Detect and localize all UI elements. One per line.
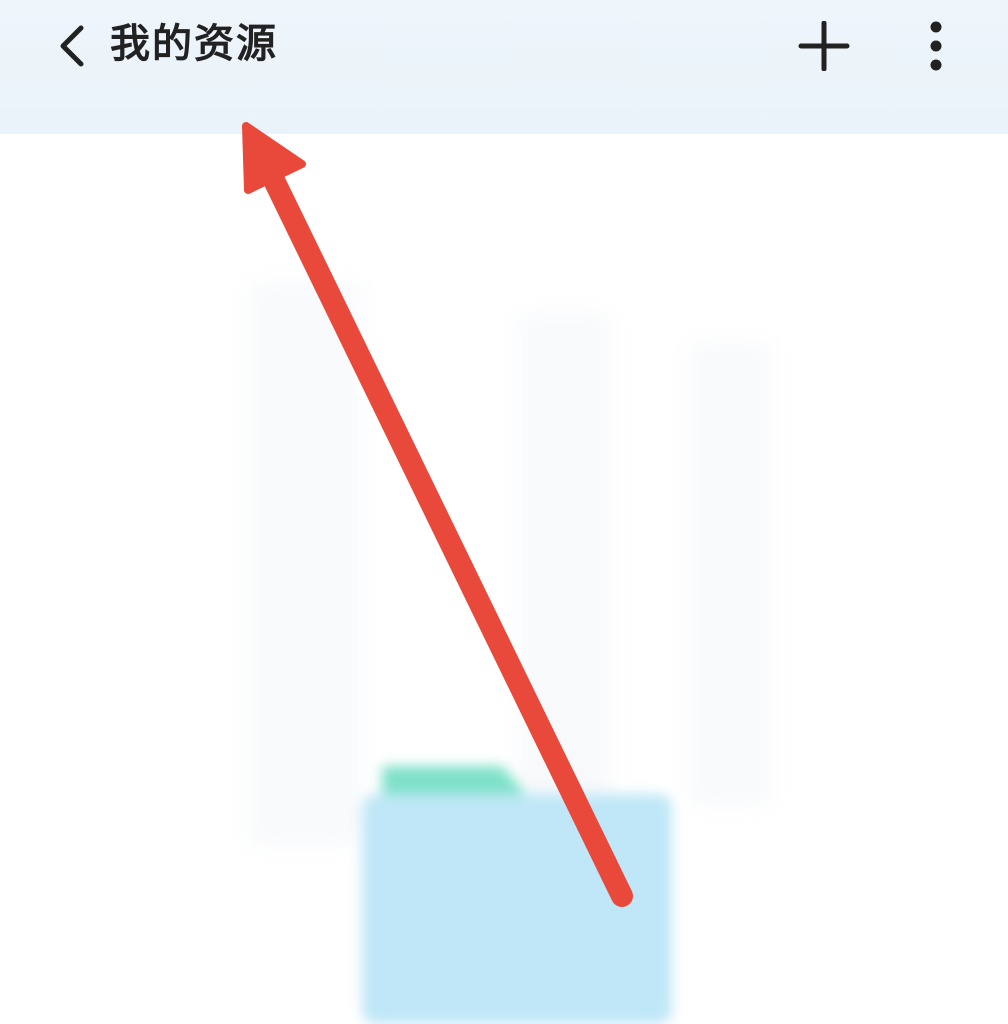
app-screen: 我的资源 — [0, 0, 1008, 1024]
page-title: 我的资源 — [110, 21, 278, 67]
back-button[interactable] — [50, 20, 94, 72]
plus-icon — [798, 21, 850, 71]
blurred-background-shape — [690, 344, 770, 804]
blurred-background-shape — [250, 284, 360, 844]
folder-icon — [362, 766, 672, 1024]
chevron-left-icon — [60, 25, 84, 67]
add-button[interactable] — [796, 20, 852, 72]
more-vertical-icon — [930, 21, 942, 71]
blurred-background-shape — [520, 314, 610, 814]
more-options-button[interactable] — [916, 16, 956, 76]
top-app-bar: 我的资源 — [0, 0, 1008, 134]
